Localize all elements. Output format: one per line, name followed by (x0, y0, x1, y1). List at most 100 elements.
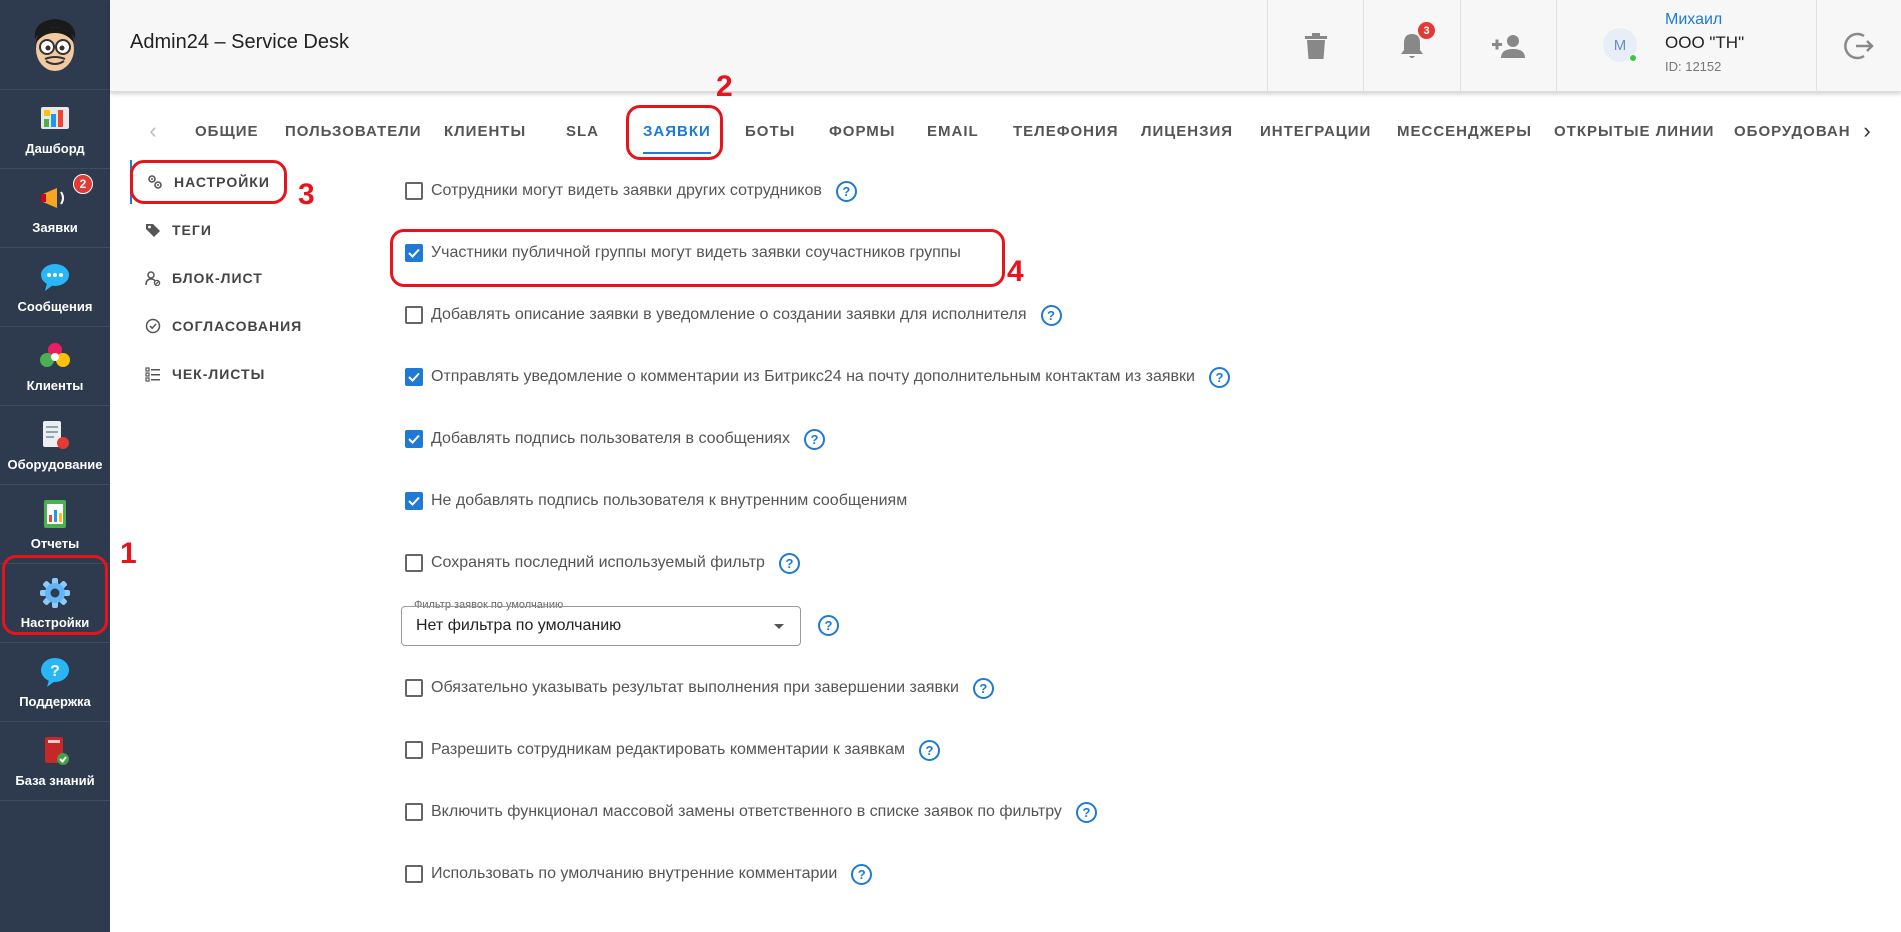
add-user-button[interactable] (1460, 0, 1556, 92)
setting-label[interactable]: Не добавлять подпись пользователя к внут… (431, 492, 907, 510)
checkmark-icon (408, 434, 420, 444)
setting-checkbox[interactable] (405, 182, 423, 200)
sidebar-item-label: Оборудование (7, 457, 103, 472)
sidebar-item-equipment[interactable]: Оборудование (0, 407, 110, 485)
logout-button[interactable] (1816, 0, 1901, 92)
user-org: ООО "ТН" (1665, 33, 1745, 52)
sidebar-item-reports[interactable]: Отчеты (0, 486, 110, 564)
sidebar-item-label: Заявки (32, 220, 78, 235)
annotation-highlight-settings (2, 555, 108, 635)
annotation-number-2: 2 (716, 70, 733, 103)
setting-label[interactable]: Добавлять подпись пользователя в сообщен… (431, 430, 790, 448)
help-icon[interactable]: ? (1208, 366, 1230, 388)
help-icon[interactable]: ? (972, 677, 994, 699)
tabs-scroll-left-button[interactable]: ‹ (138, 108, 168, 154)
setting-label[interactable]: Сохранять последний используемый фильтр (431, 554, 765, 572)
sidebar-item-support[interactable]: ? Поддержка (0, 644, 110, 722)
setting-checkbox[interactable] (405, 803, 423, 821)
sidebar-item-label: База знаний (15, 773, 95, 788)
annotation-highlight-group-option (390, 229, 1005, 287)
notifications-button[interactable]: 3 (1363, 0, 1460, 92)
help-icon[interactable]: ? (1040, 304, 1062, 326)
tab-email[interactable]: EMAIL (927, 108, 979, 154)
tab-clients[interactable]: КЛИЕНТЫ (444, 108, 526, 154)
setting-label[interactable]: Разрешить сотрудникам редактировать комм… (431, 741, 905, 759)
subnav-item-label: СОГЛАСОВАНИЯ (172, 318, 303, 334)
trash-icon (1304, 33, 1327, 59)
help-icon[interactable]: ? (1075, 801, 1097, 823)
caret-down-icon (774, 624, 784, 629)
equipment-icon (39, 419, 71, 451)
help-icon[interactable]: ? (835, 180, 857, 202)
setting-checkbox[interactable] (405, 554, 423, 572)
setting-option: Обязательно указывать результат выполнен… (405, 675, 994, 701)
setting-checkbox[interactable] (405, 741, 423, 759)
setting-option: Включить функционал массовой замены отве… (405, 799, 1097, 825)
trash-button[interactable] (1267, 0, 1363, 92)
default-filter-help-icon[interactable]: ? (818, 615, 839, 636)
tab-integrations[interactable]: ИНТЕГРАЦИИ (1260, 108, 1371, 154)
setting-label[interactable]: Добавлять описание заявки в уведомление … (431, 306, 1027, 324)
setting-option: Добавлять подпись пользователя в сообщен… (405, 426, 825, 452)
chevron-left-icon: ‹ (149, 118, 157, 143)
setting-checkbox[interactable] (405, 679, 423, 697)
sidebar-item-dashboard[interactable]: Дашборд (0, 91, 110, 169)
setting-checkbox[interactable] (405, 430, 423, 448)
tab-users[interactable]: ПОЛЬЗОВАТЕЛИ (285, 108, 422, 154)
tab-general[interactable]: ОБЩИЕ (195, 108, 259, 154)
tab-forms[interactable]: ФОРМЫ (829, 108, 895, 154)
top-header: Admin24 – Service Desk 3 M Михаил ООО "Т… (110, 0, 1901, 92)
setting-checkbox[interactable] (405, 865, 423, 883)
subnav-item-approvals[interactable]: СОГЛАСОВАНИЯ (130, 304, 360, 348)
checkmark-icon (408, 496, 420, 506)
help-icon[interactable]: ? (803, 428, 825, 450)
online-status-dot (1629, 54, 1637, 62)
tab-open-lines[interactable]: ОТКРЫТЫЕ ЛИНИИ (1554, 108, 1714, 154)
setting-option: Отправлять уведомление о комментарии из … (405, 364, 1230, 390)
logo[interactable] (0, 0, 110, 90)
setting-option: Сохранять последний используемый фильтр? (405, 550, 800, 576)
setting-label[interactable]: Включить функционал массовой замены отве… (431, 803, 1062, 821)
subnav-item-checklists[interactable]: ЧЕК-ЛИСТЫ (130, 352, 360, 396)
dashboard-icon (39, 103, 71, 135)
annotation-number-1: 1 (120, 537, 137, 570)
tab-bots[interactable]: БОТЫ (745, 108, 795, 154)
user-block-icon (144, 269, 162, 287)
setting-label[interactable]: Обязательно указывать результат выполнен… (431, 679, 959, 697)
sidebar-item-label: Поддержка (19, 694, 91, 709)
sidebar-item-tickets[interactable]: 2 Заявки (0, 170, 110, 248)
chat-bubble-icon (39, 261, 71, 293)
annotation-highlight-subnav-settings (130, 160, 287, 204)
subnav-item-tags[interactable]: ТЕГИ (130, 208, 360, 252)
help-icon[interactable]: ? (778, 552, 800, 574)
default-filter-select[interactable]: Нет фильтра по умолчанию (401, 606, 801, 646)
subnav-item-blocklist[interactable]: БЛОК-ЛИСТ (130, 256, 360, 300)
subnav-item-label: ТЕГИ (172, 222, 212, 238)
tab-telephony[interactable]: ТЕЛЕФОНИЯ (1013, 108, 1119, 154)
setting-checkbox[interactable] (405, 492, 423, 510)
annotation-number-4: 4 (1007, 255, 1024, 288)
setting-checkbox[interactable] (405, 368, 423, 386)
notifications-badge: 3 (1418, 22, 1435, 39)
setting-label[interactable]: Сотрудники могут видеть заявки других со… (431, 182, 822, 200)
tab-equipment[interactable]: ОБОРУДОВАН (1734, 108, 1851, 154)
help-icon[interactable]: ? (919, 739, 940, 761)
help-icon[interactable]: ? (851, 863, 873, 885)
sidebar-item-messages[interactable]: Сообщения (0, 249, 110, 327)
setting-label[interactable]: Использовать по умолчанию внутренние ком… (431, 865, 837, 883)
setting-option: Добавлять описание заявки в уведомление … (405, 302, 1062, 328)
sidebar-item-knowledge-base[interactable]: База знаний (0, 723, 110, 801)
tab-license[interactable]: ЛИЦЕНЗИЯ (1141, 108, 1233, 154)
tab-sla[interactable]: SLA (566, 108, 599, 154)
setting-checkbox[interactable] (405, 306, 423, 324)
tab-messengers[interactable]: МЕССЕНДЖЕРЫ (1397, 108, 1532, 154)
user-profile[interactable]: M Михаил ООО "ТН" ID: 12152 (1556, 0, 1816, 92)
user-id: ID: 12152 (1665, 59, 1722, 74)
sidebar-item-label: Сообщения (17, 299, 93, 314)
user-name: Михаил (1665, 11, 1723, 28)
checkmark-icon (408, 372, 420, 382)
sidebar-item-clients[interactable]: Клиенты (0, 328, 110, 406)
setting-label[interactable]: Отправлять уведомление о комментарии из … (431, 368, 1195, 386)
tabs-scroll-right-button[interactable]: › (1852, 108, 1882, 154)
checklist-icon (144, 365, 162, 383)
